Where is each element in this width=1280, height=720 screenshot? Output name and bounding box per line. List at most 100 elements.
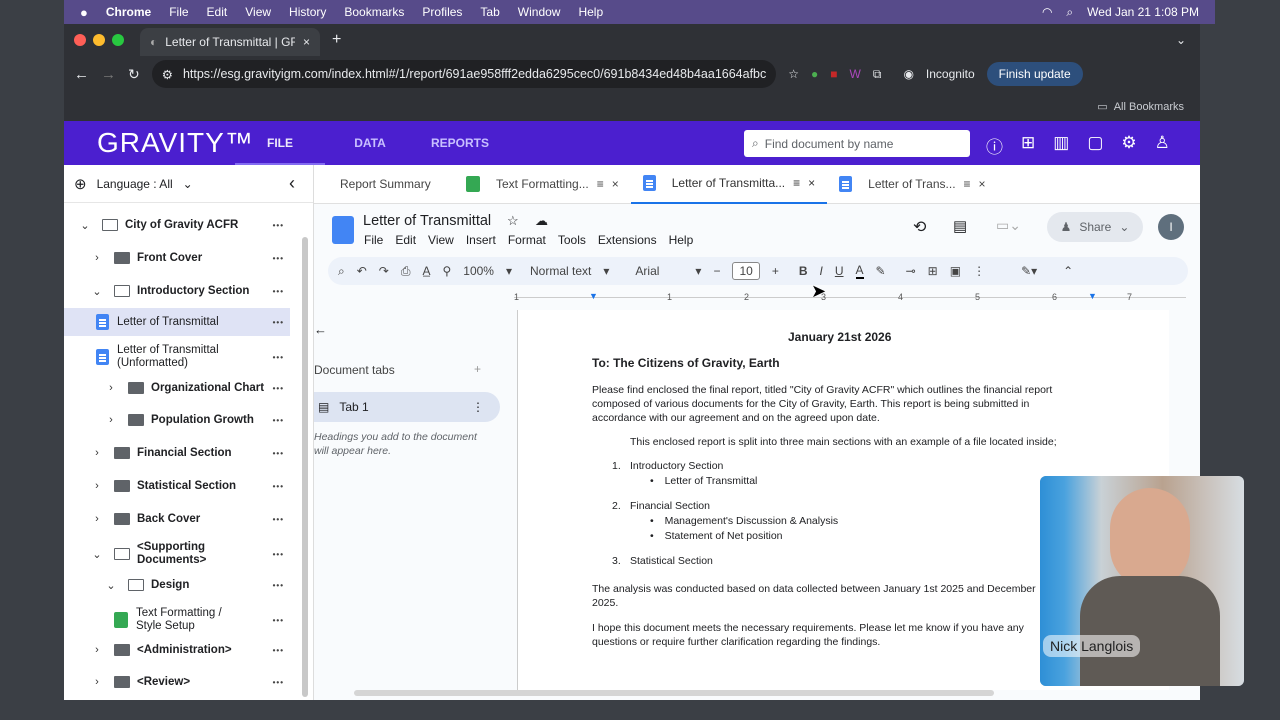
close-icon[interactable]: × xyxy=(612,177,619,191)
menu-icon[interactable]: ≡ xyxy=(597,177,604,191)
tab-letter-of-transmittal[interactable]: Letter of Transmitta... ≡ × xyxy=(630,165,828,204)
chevron-right-icon[interactable]: › xyxy=(90,480,104,492)
extension-icon[interactable]: W xyxy=(850,67,861,81)
gear-icon[interactable]: ⚙ xyxy=(1121,133,1136,158)
doc-menu-extensions[interactable]: Extensions xyxy=(598,233,657,247)
search-input[interactable]: Find document by name xyxy=(765,137,894,151)
menubar-item[interactable]: Profiles xyxy=(422,5,462,19)
ruler[interactable]: 1 1 2 3 4 5 6 7 ▼ ▼ xyxy=(514,291,1186,304)
tree-item[interactable]: › <Administration> ••• xyxy=(64,635,290,665)
menubar-item[interactable]: Window xyxy=(518,5,561,19)
more-vert-icon[interactable]: ⋮ xyxy=(472,400,484,414)
increase-font-icon[interactable]: + xyxy=(772,264,779,278)
browser-tab[interactable]: ◐ Letter of Transmittal | GRAVIT × xyxy=(140,28,320,56)
tree-item[interactable]: ⌄ Design ••• xyxy=(64,570,290,600)
tree-item[interactable]: › Front Cover ••• xyxy=(64,243,290,273)
nav-file[interactable]: FILE xyxy=(235,121,325,165)
reload-icon[interactable]: ↻ xyxy=(128,66,140,83)
history-icon[interactable]: ⟲ xyxy=(913,217,926,237)
underline-icon[interactable]: U xyxy=(835,264,844,278)
menubar-item[interactable]: Help xyxy=(578,5,603,19)
tab-report-summary[interactable]: Report Summary xyxy=(314,165,454,204)
link-icon[interactable]: ⊸ xyxy=(906,264,916,278)
search-icon[interactable]: ⌕ xyxy=(1066,5,1073,20)
tree-item[interactable]: ⌄ City of Gravity ACFR ••• xyxy=(64,210,290,240)
document-search[interactable]: ⌕ Find document by name xyxy=(744,130,970,157)
extension-icon[interactable]: ● xyxy=(811,67,818,81)
chevron-down-icon[interactable]: ⌄ xyxy=(183,177,193,191)
chevron-down-icon[interactable]: ⌄ xyxy=(78,219,92,232)
left-indent-marker[interactable]: ▼ xyxy=(589,291,598,301)
tab-letter-of-trans[interactable]: Letter of Trans... ≡ × xyxy=(827,165,997,204)
tree-item[interactable]: › Back Cover ••• xyxy=(64,504,290,534)
doc-menu-tools[interactable]: Tools xyxy=(558,233,586,247)
chevron-down-icon[interactable]: ⌄ xyxy=(104,579,118,592)
more-options-icon[interactable]: ••• xyxy=(273,550,284,559)
menubar-item[interactable]: Bookmarks xyxy=(344,5,404,19)
chart-icon[interactable]: ▥ xyxy=(1053,133,1069,158)
tree-scrollbar[interactable] xyxy=(302,237,308,697)
chevron-down-icon[interactable]: ▾ xyxy=(695,264,701,278)
doc-title[interactable]: Letter of Transmittal xyxy=(363,213,491,229)
more-icon[interactable]: ⋮ xyxy=(973,264,985,278)
more-options-icon[interactable]: ••• xyxy=(273,678,284,687)
menu-icon[interactable]: ≡ xyxy=(964,177,971,191)
doc-menu-file[interactable]: File xyxy=(364,233,383,247)
bold-icon[interactable]: B xyxy=(799,264,808,278)
more-options-icon[interactable]: ••• xyxy=(273,581,284,590)
doc-menu-format[interactable]: Format xyxy=(508,233,546,247)
text-color-icon[interactable]: A xyxy=(855,263,864,279)
doc-menu-edit[interactable]: Edit xyxy=(395,233,416,247)
doc-menu-view[interactable]: View xyxy=(428,233,454,247)
add-tab-icon[interactable]: + xyxy=(474,362,481,376)
tree-item[interactable]: › Statistical Section ••• xyxy=(64,471,290,501)
search-menus-icon[interactable]: ⌕ xyxy=(338,264,345,279)
wifi-icon[interactable]: ◠ xyxy=(1042,5,1052,19)
close-window-button[interactable] xyxy=(74,34,86,46)
extensions-puzzle-icon[interactable]: ⧉ xyxy=(873,67,882,82)
finish-update-button[interactable]: Finish update xyxy=(986,62,1083,86)
font-size-input[interactable]: 10 xyxy=(732,262,760,280)
more-options-icon[interactable]: ••• xyxy=(273,254,284,263)
tree-item[interactable]: Text Formatting / Style Setup ••• xyxy=(64,603,290,637)
url-text[interactable]: https://esg.gravityigm.com/index.html#/1… xyxy=(183,67,766,81)
zoom-select[interactable]: 100% xyxy=(463,264,494,278)
more-options-icon[interactable]: ••• xyxy=(273,287,284,296)
star-icon[interactable]: ☆ xyxy=(507,213,519,229)
tree-item[interactable]: › Population Growth ••• xyxy=(64,405,290,435)
undo-icon[interactable]: ↶ xyxy=(357,264,367,278)
doc-menu-help[interactable]: Help xyxy=(669,233,694,247)
more-options-icon[interactable]: ••• xyxy=(273,221,284,230)
chevron-right-icon[interactable]: › xyxy=(90,676,104,688)
share-button[interactable]: ♟ Share ⌄ xyxy=(1047,212,1143,242)
chevron-down-icon[interactable]: ▾ xyxy=(603,264,609,278)
decrease-font-icon[interactable]: − xyxy=(713,264,720,278)
redo-icon[interactable]: ↷ xyxy=(379,264,389,278)
chevron-down-icon[interactable]: ⌄ xyxy=(90,285,104,298)
gravity-logo[interactable]: GRAVITY™ xyxy=(97,127,253,159)
more-options-icon[interactable]: ••• xyxy=(273,515,284,524)
language-filter[interactable]: ⊕ Language : All ⌄ ‹ xyxy=(64,165,313,203)
more-options-icon[interactable]: ••• xyxy=(273,416,284,425)
chevron-right-icon[interactable]: › xyxy=(90,447,104,459)
tree-item[interactable]: Letter of Transmittal ••• xyxy=(64,308,290,336)
omnibox[interactable]: ⚙ https://esg.gravityigm.com/index.html#… xyxy=(151,60,777,88)
menubar-item[interactable]: Edit xyxy=(207,5,228,19)
menubar-item[interactable]: Tab xyxy=(480,5,499,19)
italic-icon[interactable]: I xyxy=(820,264,823,278)
tree-item[interactable]: ⌄ <Supporting Documents> ••• xyxy=(64,537,290,571)
menubar-app-name[interactable]: Chrome xyxy=(106,5,151,19)
docs-logo-icon[interactable] xyxy=(332,216,354,244)
all-bookmarks-link[interactable]: All Bookmarks xyxy=(1114,101,1184,113)
tree-item[interactable]: › Organizational Chart ••• xyxy=(64,373,290,403)
menubar-item[interactable]: File xyxy=(169,5,188,19)
tab-text-formatting[interactable]: Text Formatting... ≡ × xyxy=(454,165,631,204)
nav-reports[interactable]: REPORTS xyxy=(415,121,505,165)
chevron-right-icon[interactable]: › xyxy=(90,252,104,264)
site-info-icon[interactable]: ⚙ xyxy=(162,67,173,82)
user-icon[interactable]: ♙ xyxy=(1155,133,1170,158)
incognito-label[interactable]: Incognito xyxy=(926,67,975,81)
doc-horizontal-scrollbar[interactable] xyxy=(354,690,994,696)
add-comment-icon[interactable]: ⊞ xyxy=(928,264,938,278)
comments-icon[interactable]: ▤ xyxy=(953,217,967,235)
